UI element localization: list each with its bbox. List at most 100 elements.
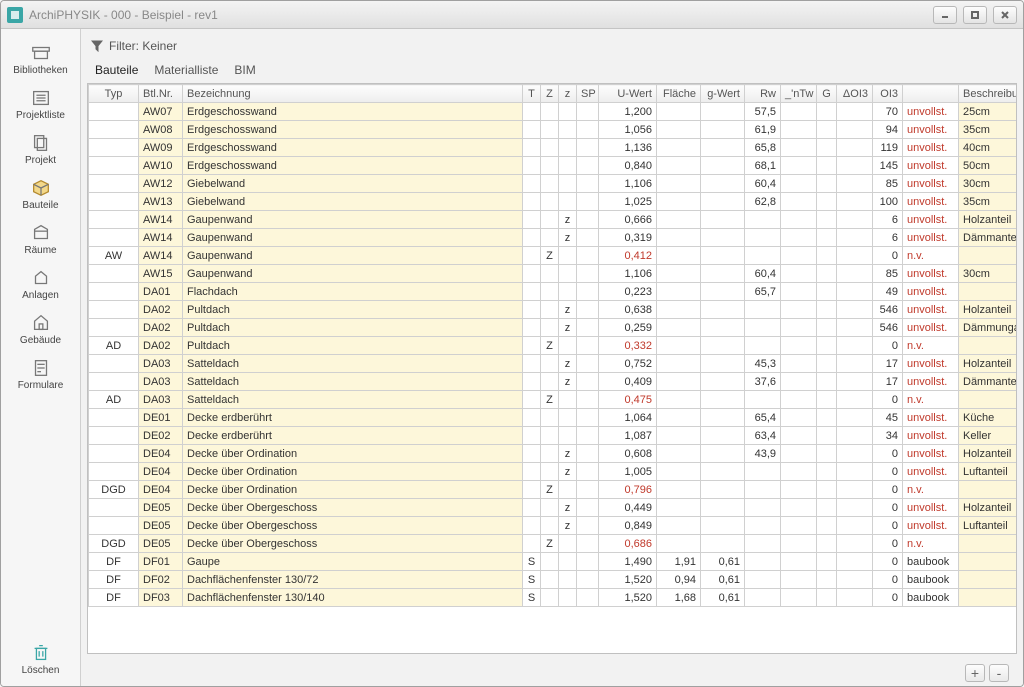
cell-G[interactable] (817, 283, 837, 301)
table-row[interactable]: AW14Gaupenwandz0,6666unvollst.Holzanteil (89, 211, 1017, 229)
cell-oi3s[interactable]: unvollst. (903, 373, 959, 391)
cell-typ[interactable]: DF (89, 553, 139, 571)
cell-T[interactable] (523, 283, 541, 301)
table-row[interactable]: DA03Satteldachz0,75245,317unvollst.Holza… (89, 355, 1017, 373)
cell-oi3s[interactable]: unvollst. (903, 445, 959, 463)
cell-fl[interactable] (657, 499, 701, 517)
cell-doi[interactable] (837, 445, 873, 463)
cell-nr[interactable]: DE04 (139, 463, 183, 481)
cell-oi3s[interactable]: unvollst. (903, 229, 959, 247)
cell-fl[interactable] (657, 157, 701, 175)
cell-ntw[interactable] (781, 283, 817, 301)
col-G[interactable]: G (817, 85, 837, 103)
cell-ntw[interactable] (781, 247, 817, 265)
cell-besch[interactable]: 35cm (959, 121, 1017, 139)
cell-T[interactable] (523, 301, 541, 319)
cell-G[interactable] (817, 211, 837, 229)
bauteile-table[interactable]: TypBtl.Nr.BezeichnungTZzSPU-WertFlächeg-… (88, 84, 1016, 607)
cell-ntw[interactable] (781, 571, 817, 589)
tab-bauteile[interactable]: Bauteile (93, 61, 140, 79)
col-SP[interactable]: SP (577, 85, 599, 103)
cell-besch[interactable]: Holzanteil (959, 211, 1017, 229)
cell-nr[interactable]: AW08 (139, 121, 183, 139)
cell-bez[interactable]: Pultdach (183, 337, 523, 355)
cell-z[interactable] (559, 247, 577, 265)
cell-typ[interactable]: AD (89, 337, 139, 355)
col-ntw[interactable]: _'nTw (781, 85, 817, 103)
col-typ[interactable]: Typ (89, 85, 139, 103)
cell-nr[interactable]: AW14 (139, 229, 183, 247)
cell-uw[interactable]: 0,412 (599, 247, 657, 265)
cell-uw[interactable]: 0,840 (599, 157, 657, 175)
sidebar-item-formulare[interactable]: Formulare (6, 356, 76, 391)
cell-SP[interactable] (577, 265, 599, 283)
cell-T[interactable] (523, 463, 541, 481)
cell-rw[interactable] (745, 499, 781, 517)
cell-doi[interactable] (837, 409, 873, 427)
cell-uw[interactable]: 0,475 (599, 391, 657, 409)
cell-oi3[interactable]: 85 (873, 175, 903, 193)
cell-fl[interactable] (657, 301, 701, 319)
cell-uw[interactable]: 1,520 (599, 589, 657, 607)
col-rw[interactable]: Rw (745, 85, 781, 103)
cell-bez[interactable]: Gaupe (183, 553, 523, 571)
cell-oi3[interactable]: 34 (873, 427, 903, 445)
cell-bez[interactable]: Gaupenwand (183, 265, 523, 283)
cell-bez[interactable]: Giebelwand (183, 175, 523, 193)
cell-gw[interactable] (701, 319, 745, 337)
cell-gw[interactable]: 0,61 (701, 589, 745, 607)
cell-bez[interactable]: Erdgeschosswand (183, 157, 523, 175)
table-row[interactable]: AW09Erdgeschosswand1,13665,8119unvollst.… (89, 139, 1017, 157)
cell-Z[interactable] (541, 229, 559, 247)
table-row[interactable]: ADDA03SatteldachZ0,4750n.v. (89, 391, 1017, 409)
cell-G[interactable] (817, 301, 837, 319)
cell-rw[interactable]: 45,3 (745, 355, 781, 373)
cell-z[interactable] (559, 391, 577, 409)
table-row[interactable]: AW10Erdgeschosswand0,84068,1145unvollst.… (89, 157, 1017, 175)
cell-oi3[interactable]: 0 (873, 445, 903, 463)
cell-ntw[interactable] (781, 337, 817, 355)
cell-rw[interactable]: 63,4 (745, 427, 781, 445)
table-row[interactable]: ADDA02PultdachZ0,3320n.v. (89, 337, 1017, 355)
cell-oi3s[interactable]: unvollst. (903, 265, 959, 283)
cell-SP[interactable] (577, 409, 599, 427)
cell-typ[interactable] (89, 283, 139, 301)
cell-fl[interactable] (657, 463, 701, 481)
cell-gw[interactable] (701, 517, 745, 535)
cell-typ[interactable] (89, 175, 139, 193)
cell-besch[interactable]: Dämmanteil (959, 229, 1017, 247)
cell-G[interactable] (817, 319, 837, 337)
cell-oi3[interactable]: 100 (873, 193, 903, 211)
add-button[interactable]: + (965, 664, 985, 682)
cell-nr[interactable]: AW14 (139, 247, 183, 265)
cell-SP[interactable] (577, 355, 599, 373)
cell-oi3s[interactable]: unvollst. (903, 139, 959, 157)
cell-oi3[interactable]: 85 (873, 265, 903, 283)
cell-besch[interactable] (959, 247, 1017, 265)
cell-z[interactable] (559, 265, 577, 283)
cell-gw[interactable] (701, 265, 745, 283)
cell-z[interactable] (559, 337, 577, 355)
cell-gw[interactable] (701, 391, 745, 409)
cell-z[interactable] (559, 175, 577, 193)
table-row[interactable]: AW07Erdgeschosswand1,20057,570unvollst.2… (89, 103, 1017, 121)
cell-T[interactable] (523, 319, 541, 337)
cell-rw[interactable] (745, 517, 781, 535)
cell-uw[interactable]: 0,332 (599, 337, 657, 355)
cell-uw[interactable]: 0,449 (599, 499, 657, 517)
cell-oi3[interactable]: 0 (873, 553, 903, 571)
cell-nr[interactable]: DA03 (139, 373, 183, 391)
cell-G[interactable] (817, 121, 837, 139)
col-besch[interactable]: Beschreibung (959, 85, 1017, 103)
cell-oi3s[interactable]: baubook (903, 571, 959, 589)
cell-fl[interactable] (657, 139, 701, 157)
cell-besch[interactable]: Dämmunga (959, 319, 1017, 337)
cell-typ[interactable] (89, 427, 139, 445)
cell-z[interactable]: z (559, 229, 577, 247)
cell-doi[interactable] (837, 103, 873, 121)
cell-Z[interactable] (541, 175, 559, 193)
cell-typ[interactable] (89, 373, 139, 391)
cell-G[interactable] (817, 445, 837, 463)
cell-bez[interactable]: Satteldach (183, 373, 523, 391)
cell-besch[interactable]: Küche (959, 409, 1017, 427)
